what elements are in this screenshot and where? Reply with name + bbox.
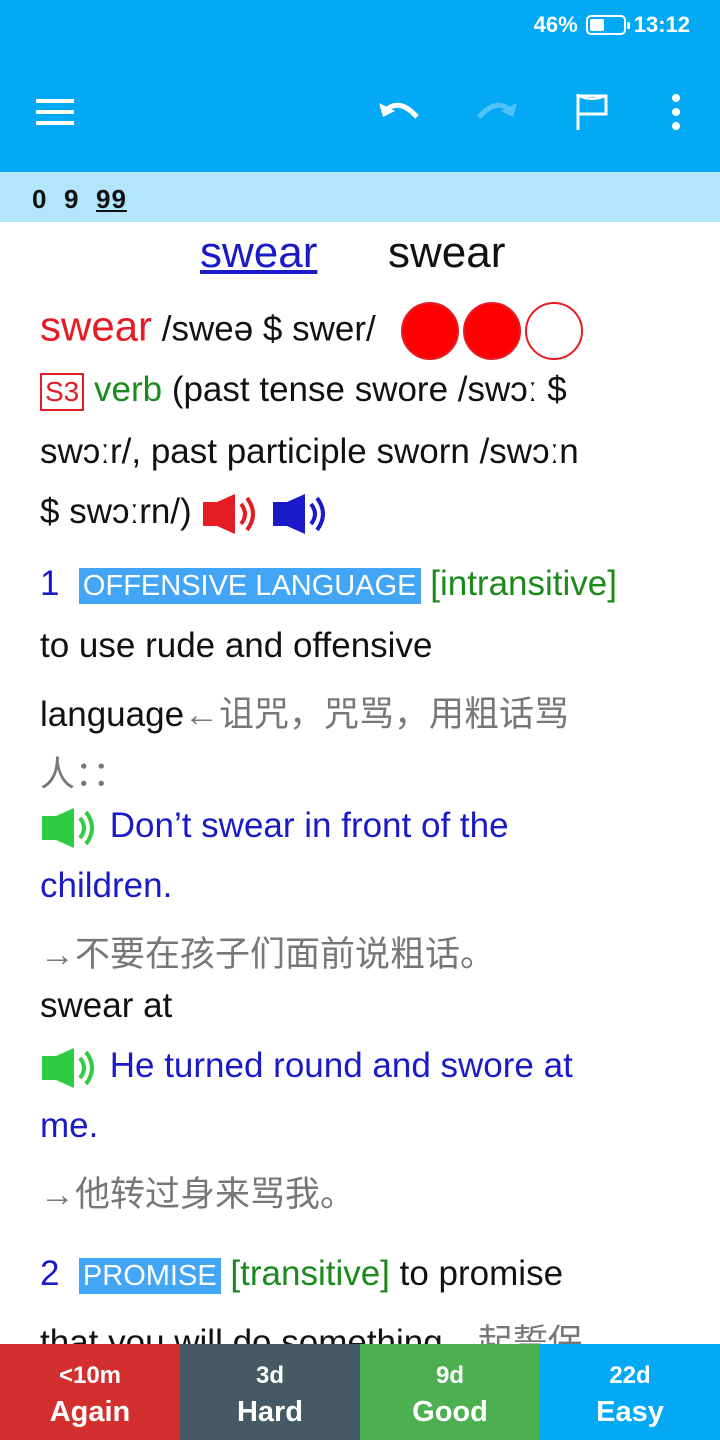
entry-forms-2: swɔːr/, past participle sworn /swɔːn: [40, 432, 579, 471]
sense-label: OFFENSIVE LANGUAGE: [78, 568, 421, 604]
audio-us-icon[interactable]: [271, 493, 331, 534]
flag-icon[interactable]: [562, 82, 622, 142]
entry-forms-1: S3 verb (past tense swore /swɔː $: [40, 370, 567, 411]
sense-label: PROMISE: [78, 1258, 221, 1294]
entry-line: swear /sweə $ swer/: [40, 302, 584, 360]
hard-interval: 3d: [255, 1362, 284, 1389]
good-interval: 9d: [435, 1362, 464, 1389]
audio-uk-icon[interactable]: [201, 493, 261, 534]
frequency-dot-2: [463, 302, 522, 360]
undo-icon[interactable]: [370, 82, 430, 142]
entry-pron: /sweə $ swer/: [161, 309, 376, 349]
easy-label: Easy: [596, 1396, 664, 1428]
hard-button[interactable]: 3d Hard: [180, 1344, 360, 1440]
example-2-cont: me.: [40, 1106, 99, 1145]
sense-number: 1: [40, 564, 60, 603]
audio-example-icon[interactable]: [40, 1047, 100, 1088]
phrase: swear at: [40, 986, 173, 1025]
entry-pos: verb: [93, 370, 163, 409]
app-bar: 46% 13:12: [0, 0, 720, 172]
sense-1-def-2: language←诅咒，咒骂，用粗话骂: [40, 686, 569, 737]
def-text: to promise: [399, 1254, 564, 1293]
battery-percent: 46%: [533, 12, 578, 37]
frequency-dot-1: [401, 302, 460, 360]
example-1-cont: children.: [40, 866, 173, 905]
again-interval: <10m: [58, 1362, 122, 1389]
again-label: Again: [49, 1396, 131, 1428]
hamburger-icon[interactable]: [26, 82, 86, 142]
sense-grammar: [intransitive]: [430, 564, 617, 603]
entry-forms-3: $ swɔːrn/): [40, 492, 331, 534]
audio-example-icon[interactable]: [40, 807, 100, 848]
more-vert-icon[interactable]: [646, 82, 706, 142]
example-2-translation: →他转过身来骂我。: [40, 1175, 356, 1214]
sense-number: 2: [40, 1254, 60, 1293]
answer-buttons: <10m Again 3d Hard 9d Good 22d Easy: [0, 1344, 720, 1440]
entry-forms-text: (past tense swore /swɔː $: [171, 370, 567, 409]
easy-button[interactable]: 22d Easy: [540, 1344, 720, 1440]
good-button[interactable]: 9d Good: [360, 1344, 540, 1440]
clock: 13:12: [633, 12, 690, 37]
good-label: Good: [412, 1396, 488, 1428]
sense-1-def-3: 人：：: [40, 755, 128, 794]
again-button[interactable]: <10m Again: [0, 1344, 180, 1440]
headword-text: swear: [388, 228, 506, 277]
example-2: He turned round and swore at: [40, 1046, 573, 1088]
battery-icon: [585, 15, 630, 35]
headword-link[interactable]: swear: [200, 228, 317, 278]
entry-word: swear: [40, 302, 153, 350]
example-1: Don’t swear in front of the: [40, 806, 509, 848]
spoken-frequency-badge: S3: [40, 372, 85, 411]
def-translation: ←诅咒，咒骂，用粗话骂: [184, 695, 570, 734]
card-counter: 0 9 99: [0, 172, 720, 222]
status-bar: 46% 13:12: [534, 10, 690, 40]
new-count: 0: [32, 184, 48, 214]
sense-2-header: 2 PROMISE [transitive] to promise: [40, 1254, 563, 1294]
review-count: 99: [96, 184, 127, 214]
sense-grammar: [transitive]: [230, 1254, 390, 1293]
example-text: Don’t swear in front of the: [109, 806, 509, 845]
sense-1-header: 1 OFFENSIVE LANGUAGE [intransitive]: [40, 564, 617, 604]
frequency-dot-3: [525, 302, 584, 360]
learn-count: 9: [64, 184, 80, 214]
easy-interval: 22d: [609, 1362, 651, 1389]
entry-forms-end: $ swɔːrn/): [40, 492, 192, 531]
def-text: language: [40, 695, 185, 734]
sense-1-def-1: to use rude and offensive: [40, 626, 433, 665]
example-text: He turned round and swore at: [109, 1046, 573, 1085]
hard-label: Hard: [236, 1396, 304, 1428]
example-1-translation: →不要在孩子们面前说粗话。: [40, 935, 496, 974]
redo-icon[interactable]: [466, 82, 526, 142]
